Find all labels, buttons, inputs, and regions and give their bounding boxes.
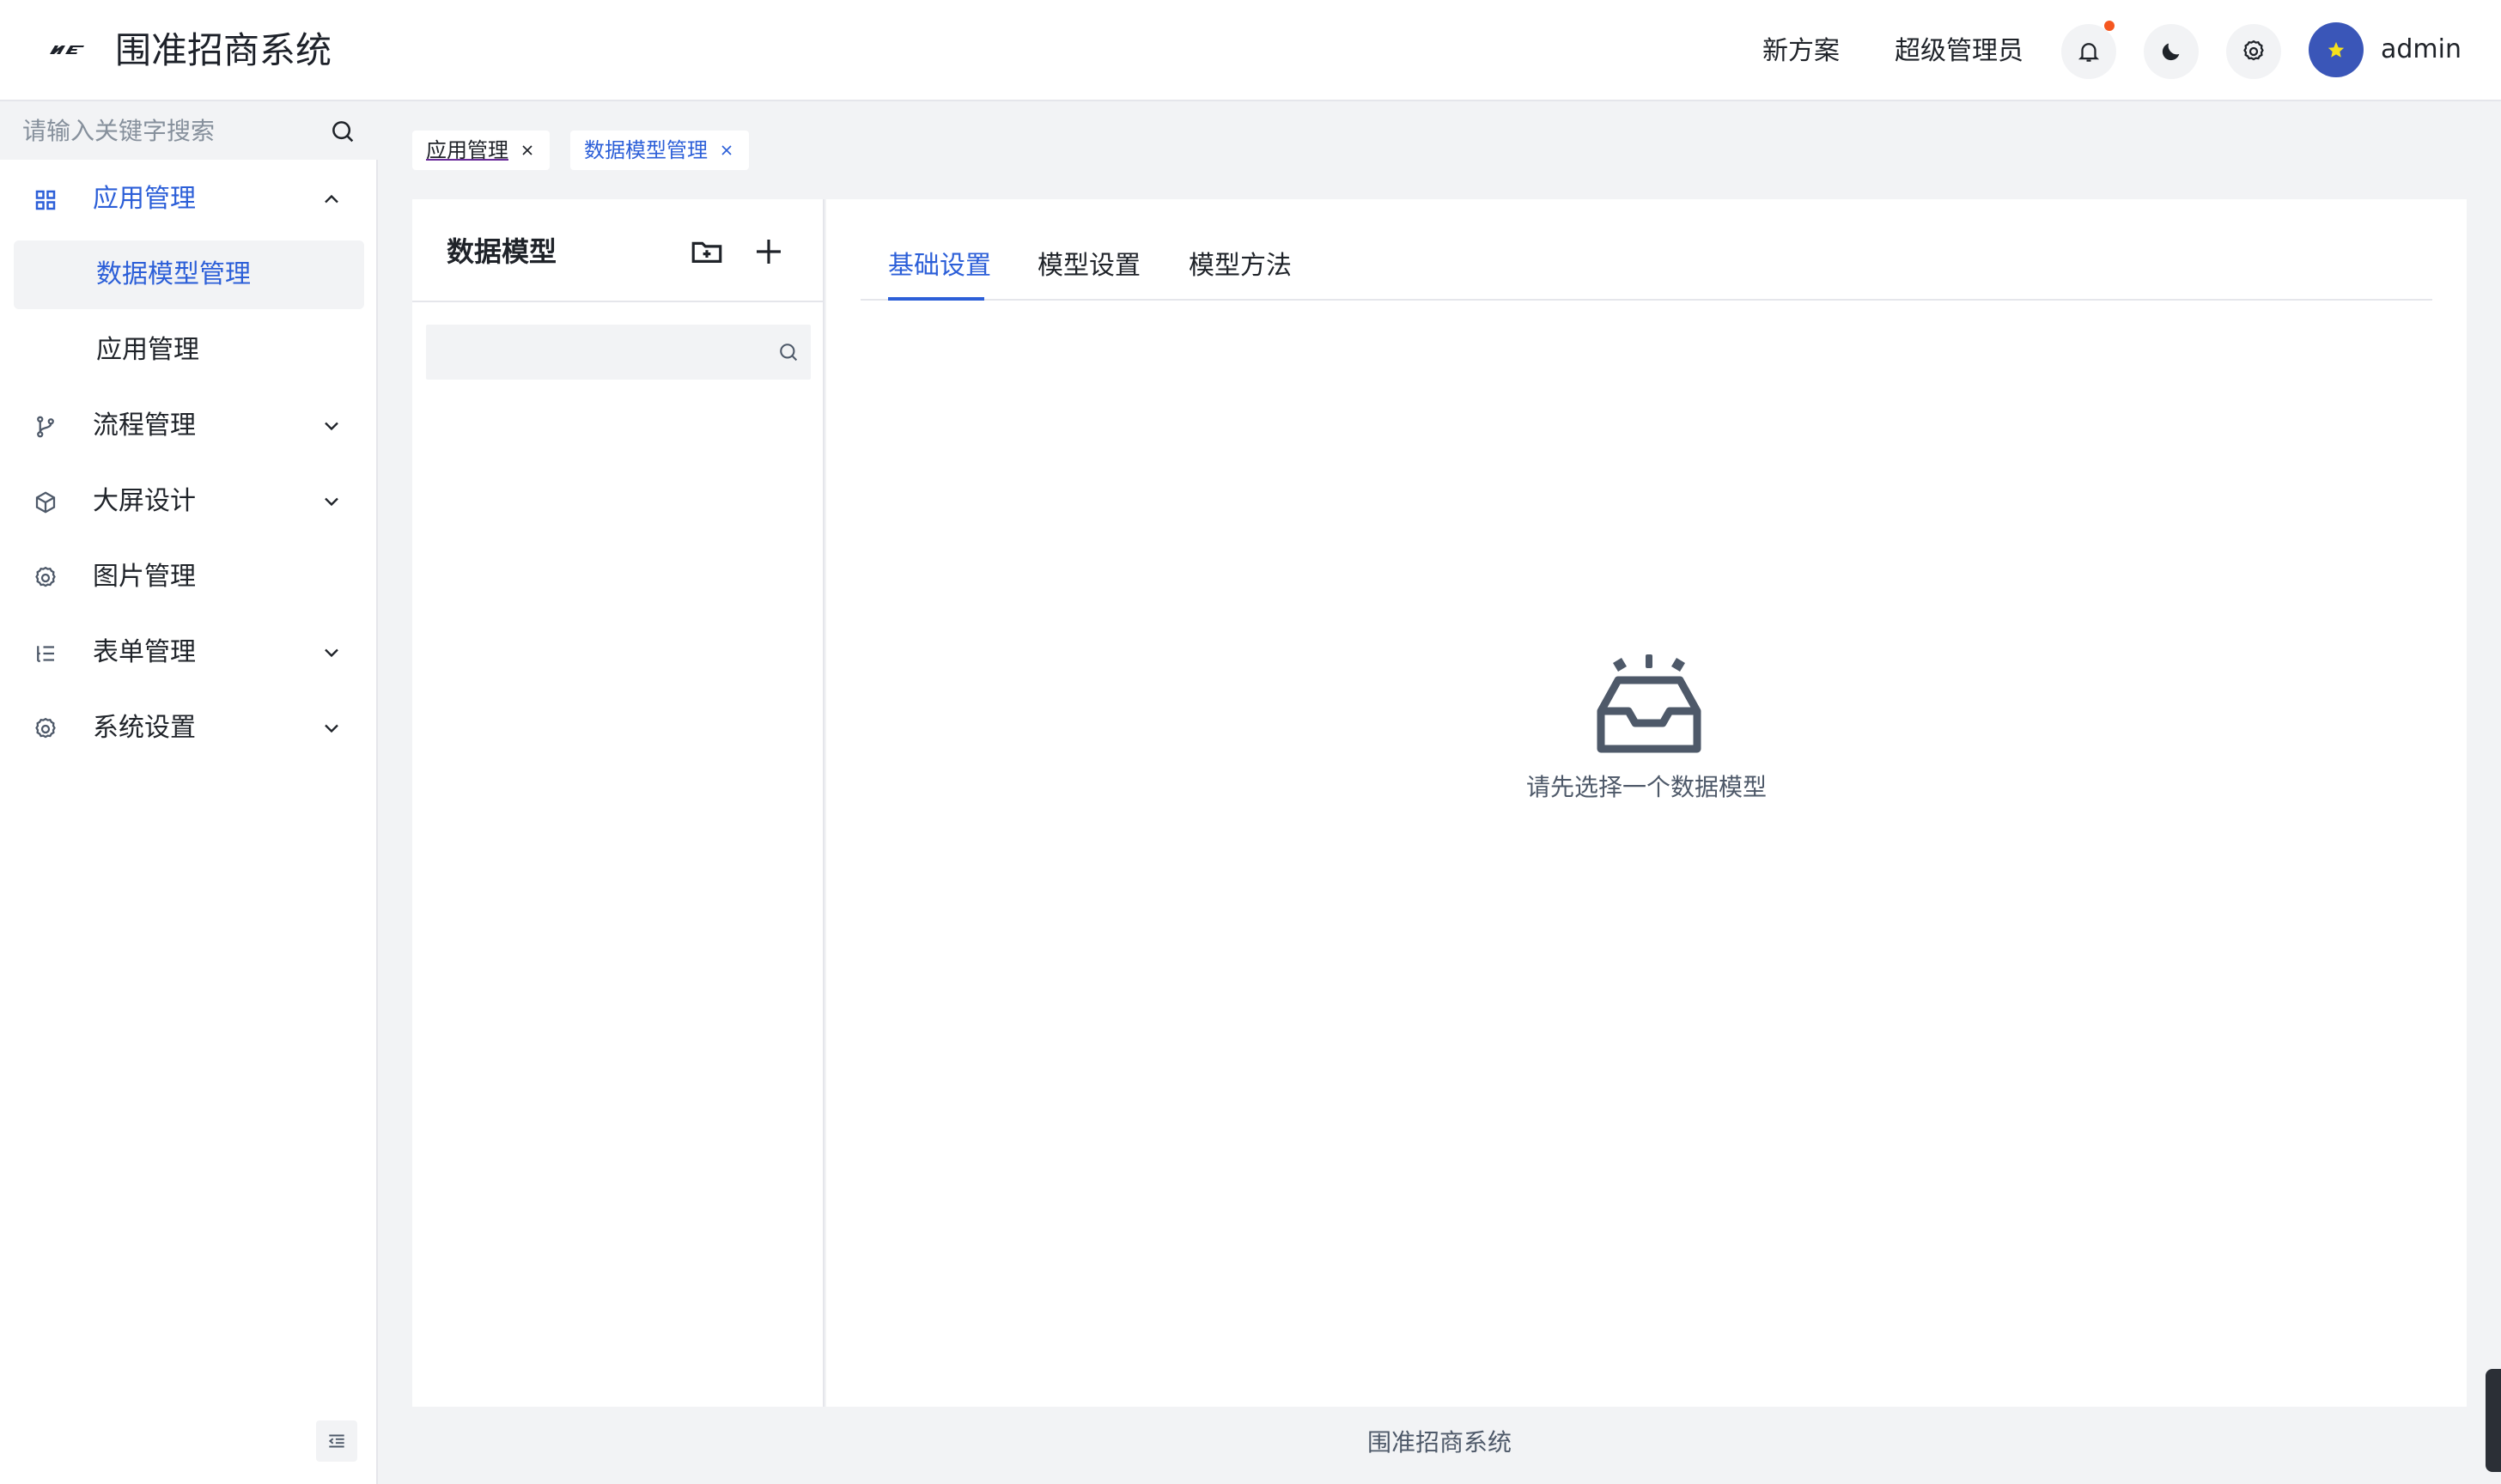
panel-title: 数据模型 <box>447 235 557 268</box>
sidebar-item-label: 图片管理 <box>93 562 196 592</box>
tab-app-management[interactable]: 应用管理 <box>412 131 550 170</box>
new-plan-link[interactable]: 新方案 <box>1762 33 1840 70</box>
sidebar-item-label: 系统设置 <box>93 713 196 743</box>
empty-state-text: 请先选择一个数据模型 <box>1525 773 1767 801</box>
chevron-down-icon <box>325 648 338 658</box>
top-header: 围准招商系统 新方案 超级管理员 admin <box>0 0 2501 101</box>
tab-basic-settings[interactable]: 基础设置 <box>888 247 991 285</box>
model-detail-panel: 基础设置 模型设置 模型方法 请先选择一个数据模型 <box>826 199 2467 1407</box>
dark-mode-button[interactable] <box>2144 24 2199 79</box>
tabs-underline <box>861 299 2432 301</box>
brand-logo <box>48 38 86 62</box>
sidebar-item-label: 应用管理 <box>93 184 196 214</box>
search-icon[interactable] <box>776 340 800 364</box>
sidebar-item-label: 流程管理 <box>93 411 196 441</box>
sidebar-item-label: 大屏设计 <box>93 486 196 516</box>
model-search-input[interactable] <box>426 325 811 380</box>
sidebar-item-screen-design[interactable]: 大屏设计 <box>0 467 378 536</box>
username[interactable]: admin <box>2381 31 2461 69</box>
grid-icon <box>35 190 56 210</box>
sidebar-item-image-management[interactable]: 图片管理 <box>0 543 378 611</box>
data-model-panel: 数据模型 <box>412 199 825 1407</box>
sidebar-collapse-button[interactable] <box>316 1420 357 1462</box>
indent-icon <box>328 1434 344 1448</box>
tab-model-methods[interactable]: 模型方法 <box>1189 247 1292 285</box>
branch-icon <box>37 416 54 438</box>
floating-side-widget[interactable] <box>2486 1369 2501 1472</box>
chevron-up-icon <box>325 194 338 204</box>
star-icon <box>2328 41 2345 58</box>
plus-icon[interactable] <box>751 234 787 270</box>
gear-icon <box>2243 40 2264 61</box>
search-icon[interactable] <box>328 117 357 146</box>
sidebar: 请输入关键字搜索 应用管理 数据模型管理 应用管理 流程管理 大屏设计 图片管理 <box>0 103 378 1484</box>
add-folder-icon[interactable] <box>689 234 725 270</box>
moon-icon <box>2162 43 2180 61</box>
sidebar-item-system-settings[interactable]: 系统设置 <box>0 694 378 763</box>
chevron-down-icon <box>325 422 338 431</box>
list-icon <box>37 646 54 662</box>
tab-model-settings[interactable]: 模型设置 <box>1038 247 1141 285</box>
tab-label: 应用管理 <box>426 138 508 162</box>
sidebar-search-input[interactable]: 请输入关键字搜索 <box>0 103 378 160</box>
sidebar-item-label: 表单管理 <box>93 637 196 667</box>
footer: 围准招商系统 <box>1366 1428 1512 1457</box>
chevron-down-icon <box>325 497 338 507</box>
bell-icon <box>2078 43 2100 62</box>
sidebar-item-process[interactable]: 流程管理 <box>0 392 378 460</box>
app-title: 围准招商系统 <box>115 29 332 71</box>
sidebar-search-placeholder: 请输入关键字搜索 <box>22 117 216 145</box>
close-icon[interactable] <box>519 142 536 159</box>
cube-icon <box>35 491 56 514</box>
sidebar-subitem-app-management[interactable]: 应用管理 <box>14 316 364 385</box>
empty-inbox-icon <box>1597 654 1701 753</box>
sidebar-subitem-data-model[interactable]: 数据模型管理 <box>14 240 364 309</box>
tab-data-model-management[interactable]: 数据模型管理 <box>570 131 749 170</box>
sidebar-item-app-management[interactable]: 应用管理 <box>0 165 378 234</box>
close-icon[interactable] <box>718 142 735 159</box>
chevron-down-icon <box>325 724 338 733</box>
divider <box>412 301 825 302</box>
notification-dot <box>2104 21 2115 31</box>
gear-icon <box>35 717 56 739</box>
sidebar-subitem-label: 数据模型管理 <box>96 259 251 289</box>
notification-button[interactable] <box>2061 21 2116 79</box>
settings-button[interactable] <box>2226 24 2281 79</box>
super-admin-link[interactable]: 超级管理员 <box>1895 33 2023 70</box>
sidebar-item-form-management[interactable]: 表单管理 <box>0 618 378 687</box>
tab-label: 数据模型管理 <box>584 138 708 162</box>
avatar[interactable] <box>2309 22 2364 77</box>
sidebar-subitem-label: 应用管理 <box>96 335 199 365</box>
app-root: 围准招商系统 新方案 超级管理员 admin 请输入关键字搜索 应用管理 数据模… <box>0 0 2501 1484</box>
active-tab-indicator <box>888 297 984 301</box>
gear-icon <box>35 566 56 587</box>
